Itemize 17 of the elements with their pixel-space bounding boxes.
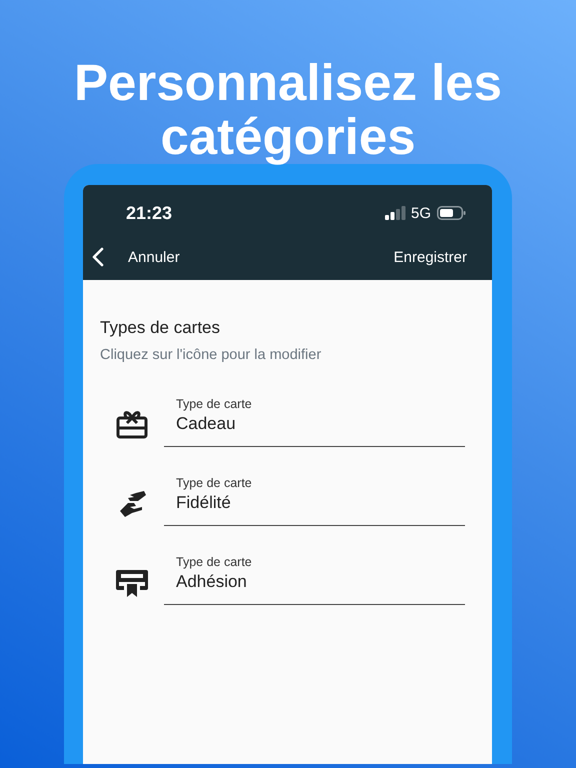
network-label: 5G bbox=[410, 204, 431, 222]
field-label: Type de carte bbox=[176, 555, 253, 569]
input-field[interactable]: Fidélité bbox=[164, 490, 465, 526]
battery-icon bbox=[437, 206, 466, 220]
status-time: 21:23 bbox=[126, 202, 174, 224]
field-label: Type de carte bbox=[176, 397, 253, 411]
save-button[interactable]: Enregistrer bbox=[394, 248, 467, 266]
section-hint: Cliquez sur l'icône pour la modifier bbox=[100, 347, 322, 363]
cancel-button[interactable]: Annuler bbox=[92, 247, 394, 267]
input-field[interactable]: Cadeau bbox=[164, 411, 465, 447]
signal-icon bbox=[384, 206, 406, 220]
gift-card-icon[interactable] bbox=[116, 409, 148, 439]
input-field[interactable]: Adhésion bbox=[164, 569, 465, 605]
headline: Personnalisez les catégories bbox=[72, 53, 504, 164]
section-title: Types de cartes bbox=[100, 318, 222, 338]
back-chevron-icon bbox=[92, 247, 104, 267]
field-label: Type de carte bbox=[176, 476, 253, 490]
